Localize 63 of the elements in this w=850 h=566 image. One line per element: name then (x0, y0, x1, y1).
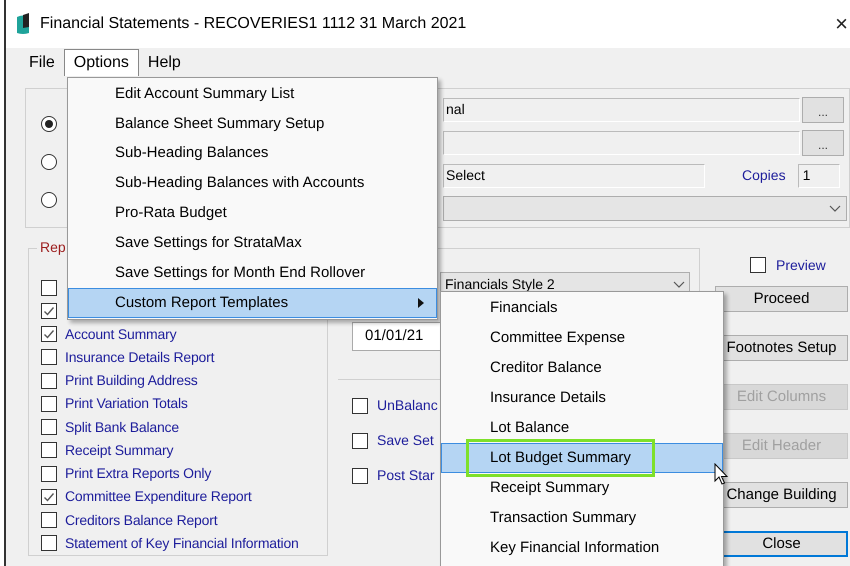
checkbox-label: Post Star (377, 466, 435, 485)
checkbox-label: Receipt Summary (65, 440, 174, 460)
menu-item[interactable]: Custom Report Templates (68, 288, 437, 318)
date-field[interactable]: 01/01/21 (352, 322, 442, 351)
submenu-arrow-icon (418, 298, 424, 308)
menu-item[interactable]: Save Settings for Month End Rollover (68, 258, 437, 288)
browse-button[interactable]: ... (802, 130, 844, 156)
check-icon (43, 490, 55, 503)
check-icon (43, 304, 55, 317)
radio-button[interactable] (41, 154, 57, 170)
checkbox-label: UnBalanc (377, 396, 438, 415)
checkbox[interactable] (41, 466, 57, 482)
checkbox-label: Print Variation Totals (65, 394, 188, 414)
text-field[interactable] (443, 130, 800, 154)
checkbox-label: Print Building Address (65, 371, 198, 390)
menu-bar-item[interactable]: Help (138, 49, 190, 76)
checkbox[interactable] (41, 512, 57, 528)
checkbox[interactable] (41, 326, 57, 342)
checkbox[interactable] (352, 432, 368, 448)
menu-item[interactable]: Pro-Rata Budget (68, 198, 437, 228)
checkbox[interactable] (41, 349, 57, 366)
check-icon (43, 328, 55, 340)
checkbox-label: Statement of Key Financial Information (65, 534, 299, 553)
select-field[interactable]: Select (443, 164, 705, 188)
checkbox[interactable] (41, 396, 57, 412)
menu-item[interactable]: Balance Sheet Summary Setup (68, 108, 437, 139)
checkbox-label: Print Extra Reports Only (65, 464, 212, 484)
chevron-down-icon (829, 204, 841, 212)
checkbox[interactable] (41, 488, 57, 505)
checkbox[interactable] (352, 398, 368, 414)
checkbox[interactable] (352, 468, 368, 484)
window-title: Financial Statements - RECOVERIES1 1112 31 March 2021 (40, 14, 466, 34)
checkbox[interactable] (41, 442, 57, 458)
checkbox[interactable] (41, 535, 57, 552)
browse-button[interactable]: ... (802, 96, 844, 122)
radio-button[interactable] (41, 116, 57, 132)
checkbox[interactable] (750, 257, 766, 273)
checkbox-label: Creditors Balance Report (65, 510, 218, 530)
dialog-button[interactable]: Proceed (715, 286, 848, 312)
app-logo-icon (16, 13, 30, 35)
menu-item[interactable]: Sub-Heading Balances (68, 138, 437, 169)
menu-bar-item[interactable]: File (20, 49, 64, 76)
checkbox[interactable] (41, 372, 57, 389)
copies-field[interactable]: 1 (798, 164, 840, 188)
menu-bar-item[interactable]: Options (64, 49, 139, 76)
checkbox-label: Account Summary (65, 324, 176, 344)
checkbox-label: Insurance Details Report (65, 348, 214, 367)
checkbox-label: Save Set (377, 431, 434, 450)
radio-button[interactable] (41, 192, 57, 208)
checkbox-label: Split Bank Balance (65, 418, 179, 437)
menu-item[interactable]: Save Settings for StrataMax (68, 228, 437, 258)
menu-item[interactable]: Sub-Heading Balances with Accounts (68, 168, 437, 198)
preview-label: Preview (776, 256, 826, 274)
highlight-frame: Lot Budget Summary (466, 438, 655, 478)
checkbox-label: Committee Expenditure Report (65, 487, 252, 506)
chevron-down-icon (673, 280, 685, 288)
menu-item[interactable]: Edit Account Summary List (68, 79, 437, 109)
close-button[interactable]: × (835, 13, 848, 35)
checkbox[interactable] (41, 302, 57, 319)
copies-label: Copies (742, 166, 786, 185)
text-field[interactable]: nal (443, 98, 800, 122)
checkbox[interactable] (41, 280, 57, 296)
checkbox[interactable] (41, 419, 57, 436)
